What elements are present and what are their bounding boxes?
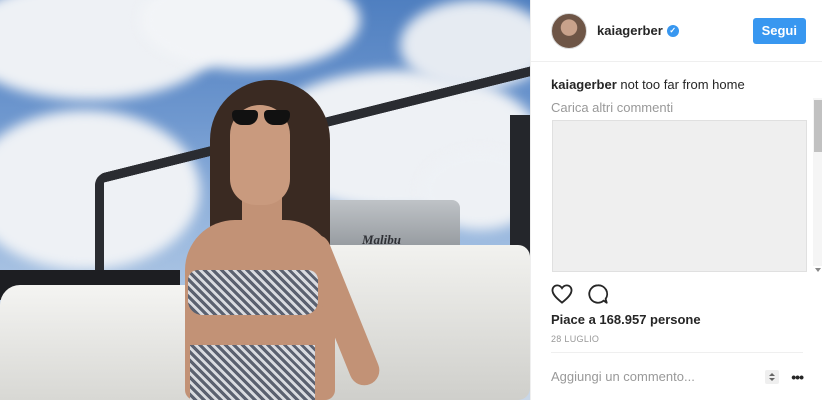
gingham-top bbox=[188, 270, 318, 315]
sort-arrows-icon[interactable] bbox=[765, 369, 780, 384]
comment-input[interactable] bbox=[551, 369, 766, 384]
heart-icon[interactable] bbox=[551, 284, 573, 304]
scroll-down-arrow-icon[interactable] bbox=[815, 268, 821, 272]
post-header: kaiagerber ✓ Segui bbox=[531, 0, 822, 62]
instagram-post: Malibu kaiagerber ✓ Segui kaiagerber not… bbox=[0, 0, 822, 400]
comments-section: kaiagerber not too far from home Carica … bbox=[551, 68, 822, 280]
comments-embed-area bbox=[552, 120, 807, 272]
post-photo[interactable]: Malibu bbox=[0, 0, 530, 400]
gingham-shorts bbox=[190, 345, 315, 400]
post-date[interactable]: 28 LUGLIO bbox=[551, 334, 599, 344]
comments-scrollbar[interactable] bbox=[813, 98, 822, 266]
comment-bubble-icon[interactable] bbox=[587, 283, 609, 305]
author-username[interactable]: kaiagerber bbox=[597, 23, 663, 38]
likes-count[interactable]: Piace a 168.957 persone bbox=[551, 312, 701, 327]
post-side-panel: kaiagerber ✓ Segui kaiagerber not too fa… bbox=[530, 0, 822, 400]
action-bar bbox=[551, 282, 803, 306]
add-comment-bar: ••• bbox=[551, 352, 804, 400]
more-options-icon[interactable]: ••• bbox=[791, 369, 804, 385]
load-more-comments-link[interactable]: Carica altri commenti bbox=[551, 100, 822, 115]
caption: kaiagerber not too far from home bbox=[551, 77, 822, 92]
sunglasses bbox=[232, 110, 294, 128]
caption-username[interactable]: kaiagerber bbox=[551, 77, 617, 92]
caption-text: not too far from home bbox=[620, 77, 745, 92]
avatar[interactable] bbox=[551, 12, 587, 49]
person bbox=[160, 80, 384, 400]
verified-badge-icon: ✓ bbox=[666, 24, 679, 37]
scrollbar-thumb[interactable] bbox=[814, 100, 822, 152]
follow-button[interactable]: Segui bbox=[752, 17, 806, 44]
